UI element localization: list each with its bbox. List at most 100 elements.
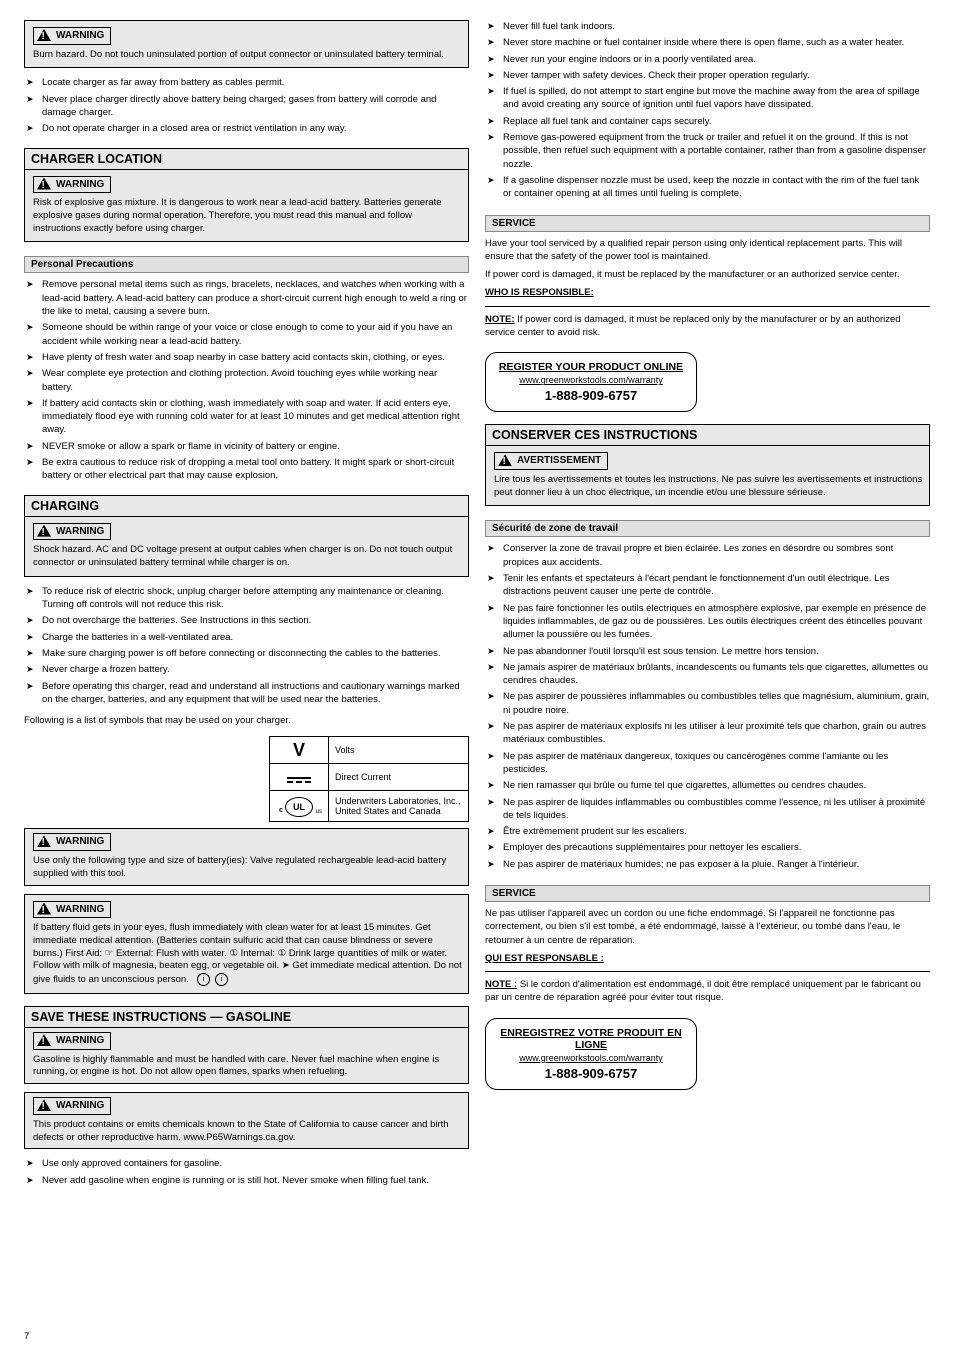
register-box-fr: ENREGISTREZ VOTRE PRODUIT EN LIGNE www.g…	[485, 1018, 697, 1090]
symbol-volts-icon: V	[270, 737, 329, 764]
warning-text: Gasoline is highly flammable and must be…	[33, 1054, 462, 1080]
symbol-desc: Direct Current	[329, 764, 469, 791]
page-number: 7	[24, 1331, 29, 1342]
list-item: To reduce risk of electric shock, unplug…	[24, 585, 469, 612]
warning-text: Shock hazard. AC and DC voltage present …	[33, 544, 462, 570]
register-box-en: REGISTER YOUR PRODUCT ONLINE www.greenwo…	[485, 352, 697, 412]
list-item: Remove gas-powered equipment from the tr…	[485, 131, 930, 171]
info-circle-icon: i	[215, 973, 228, 986]
gasoline-bullets-cont: Never fill fuel tank indoors. Never stor…	[485, 20, 930, 204]
list-item: Never tamper with safety devices. Check …	[485, 69, 930, 82]
warning-burn-hazard: !WARNING Burn hazard. Do not touch unins…	[24, 20, 469, 68]
section-charger-location: CHARGER LOCATION	[24, 148, 469, 169]
warning-label: !WARNING	[33, 833, 111, 851]
gasoline-bullets-start: Use only approved containers for gasolin…	[24, 1157, 469, 1190]
note-fr: NOTE : Si le cordon d'alimentation est e…	[485, 978, 930, 1005]
warning-label: !AVERTISSEMENT	[494, 452, 608, 470]
list-item: Ne pas faire fonctionner les outils élec…	[485, 602, 930, 642]
list-item: Make sure charging power is off before c…	[24, 647, 469, 660]
warning-gasoline-flammable: !WARNING Gasoline is highly flammable an…	[24, 1027, 469, 1084]
list-item: Do not overcharge the batteries. See Ins…	[24, 614, 469, 627]
divider	[485, 306, 930, 307]
symbol-dc-icon	[270, 764, 329, 791]
list-item: Ne pas aspirer de matériaux dangereux, t…	[485, 750, 930, 777]
service-en-intro: Have your tool serviced by a qualified r…	[485, 237, 930, 264]
installation-precaution-list: Locate charger as far away from battery …	[24, 76, 469, 138]
warning-battery-type: !WARNING Use only the following type and…	[24, 828, 469, 885]
list-item: Ne pas aspirer de matériaux explosifs ni…	[485, 720, 930, 747]
list-item: Do not operate charger in a closed area …	[24, 122, 469, 135]
list-item: Use only approved containers for gasolin…	[24, 1157, 469, 1170]
list-item: Locate charger as far away from battery …	[24, 76, 469, 89]
symbols-table: V Volts Direct Current UL Underwriters L…	[269, 736, 469, 822]
table-row: Direct Current	[270, 764, 469, 791]
warning-shock-hazard: !WARNING Shock hazard. AC and DC voltage…	[24, 516, 469, 577]
register-title: ENREGISTREZ VOTRE PRODUIT EN LIGNE	[496, 1027, 686, 1051]
left-column: !WARNING Burn hazard. Do not touch unins…	[24, 20, 469, 1195]
list-item: Ne rien ramasser qui brûle ou fume tel q…	[485, 779, 930, 792]
list-item: Never place charger directly above batte…	[24, 93, 469, 120]
section-save-instructions-gasoline: SAVE THESE INSTRUCTIONS — GASOLINE	[24, 1006, 469, 1027]
subhead-service-fr: SERVICE	[485, 885, 930, 902]
register-title: REGISTER YOUR PRODUCT ONLINE	[496, 361, 686, 373]
list-item: Replace all fuel tank and container caps…	[485, 115, 930, 128]
list-item: Before operating this charger, read and …	[24, 680, 469, 707]
subhead-securite-zone: Sécurité de zone de travail	[485, 520, 930, 537]
warning-label: !WARNING	[33, 1097, 111, 1115]
section-save-instructions-fr: CONSERVER CES INSTRUCTIONS	[485, 424, 930, 445]
list-item: Have plenty of fresh water and soap near…	[24, 351, 469, 364]
list-item: Never store machine or fuel container in…	[485, 36, 930, 49]
warning-text: This product contains or emits chemicals…	[33, 1119, 462, 1145]
warning-text: Lire tous les avertissements et toutes l…	[494, 474, 923, 500]
service-en-body: If power cord is damaged, it must be rep…	[485, 268, 930, 281]
list-item: Remove personal metal items such as ring…	[24, 278, 469, 318]
symbol-desc: Underwriters Laboratories, Inc., United …	[329, 791, 469, 822]
list-item: Ne pas aspirer de liquides inflammables …	[485, 796, 930, 823]
warning-label: !WARNING	[33, 176, 111, 194]
right-column: Never fill fuel tank indoors. Never stor…	[485, 20, 930, 1195]
symbol-ul-icon: UL	[270, 791, 329, 822]
symbol-desc: Volts	[329, 737, 469, 764]
list-item: Conserver la zone de travail propre et b…	[485, 542, 930, 569]
subhead-personal-precautions: Personal Precautions	[24, 256, 469, 273]
list-item: NEVER smoke or allow a spark or flame in…	[24, 440, 469, 453]
list-item: Charge the batteries in a well-ventilate…	[24, 631, 469, 644]
avertissement-lire: !AVERTISSEMENT Lire tous les avertisseme…	[485, 445, 930, 506]
table-row: V Volts	[270, 737, 469, 764]
list-item: Be extra cautious to reduce risk of drop…	[24, 456, 469, 483]
warning-prop65: !WARNING This product contains or emits …	[24, 1092, 469, 1149]
list-item: Employer des précautions supplémentaires…	[485, 841, 930, 854]
warning-label: !WARNING	[33, 901, 111, 919]
register-phone: 1-888-909-6757	[545, 1066, 638, 1081]
subhead-service-en: SERVICE	[485, 215, 930, 232]
register-url: www.greenworkstools.com/warranty	[496, 1053, 686, 1063]
list-item: Never charge a frozen battery.	[24, 663, 469, 676]
service-fr-body: Ne pas utiliser l'appareil avec un cordo…	[485, 907, 930, 947]
warning-text: If battery fluid gets in your eyes, flus…	[33, 922, 462, 987]
table-row: UL Underwriters Laboratories, Inc., Unit…	[270, 791, 469, 822]
symbols-intro: Following is a list of symbols that may …	[24, 714, 469, 727]
list-item: If fuel is spilled, do not attempt to st…	[485, 85, 930, 112]
warning-explosive-gas: !WARNING Risk of explosive gas mixture. …	[24, 169, 469, 243]
warning-text: Burn hazard. Do not touch uninsulated po…	[33, 49, 462, 62]
list-item: Être extrêmement prudent sur les escalie…	[485, 825, 930, 838]
info-circle-icon: i	[197, 973, 210, 986]
qui-responsable-title: QUI EST RESPONSABLE :	[485, 952, 930, 965]
register-url: www.greenworkstools.com/warranty	[496, 375, 686, 385]
note-en: NOTE: If power cord is damaged, it must …	[485, 313, 930, 340]
warning-label: !WARNING	[33, 27, 111, 45]
securite-zone-list: Conserver la zone de travail propre et b…	[485, 542, 930, 874]
list-item: Wear complete eye protection and clothin…	[24, 367, 469, 394]
list-item: Ne pas abandonner l'outil lorsqu'il est …	[485, 645, 930, 658]
list-item: Never add gasoline when engine is runnin…	[24, 1174, 469, 1187]
warning-label: !WARNING	[33, 1032, 111, 1050]
list-item: Ne pas aspirer de poussières inflammable…	[485, 690, 930, 717]
who-responsible-title: WHO IS RESPONSIBLE:	[485, 286, 930, 299]
list-item: Never run your engine indoors or in a po…	[485, 53, 930, 66]
list-item: Never fill fuel tank indoors.	[485, 20, 930, 33]
list-item: If a gasoline dispenser nozzle must be u…	[485, 174, 930, 201]
list-item: Tenir les enfants et spectateurs à l'éca…	[485, 572, 930, 599]
warning-text: Use only the following type and size of …	[33, 855, 462, 881]
charging-bullets: To reduce risk of electric shock, unplug…	[24, 585, 469, 709]
list-item: Ne jamais aspirer de matériaux brûlants,…	[485, 661, 930, 688]
